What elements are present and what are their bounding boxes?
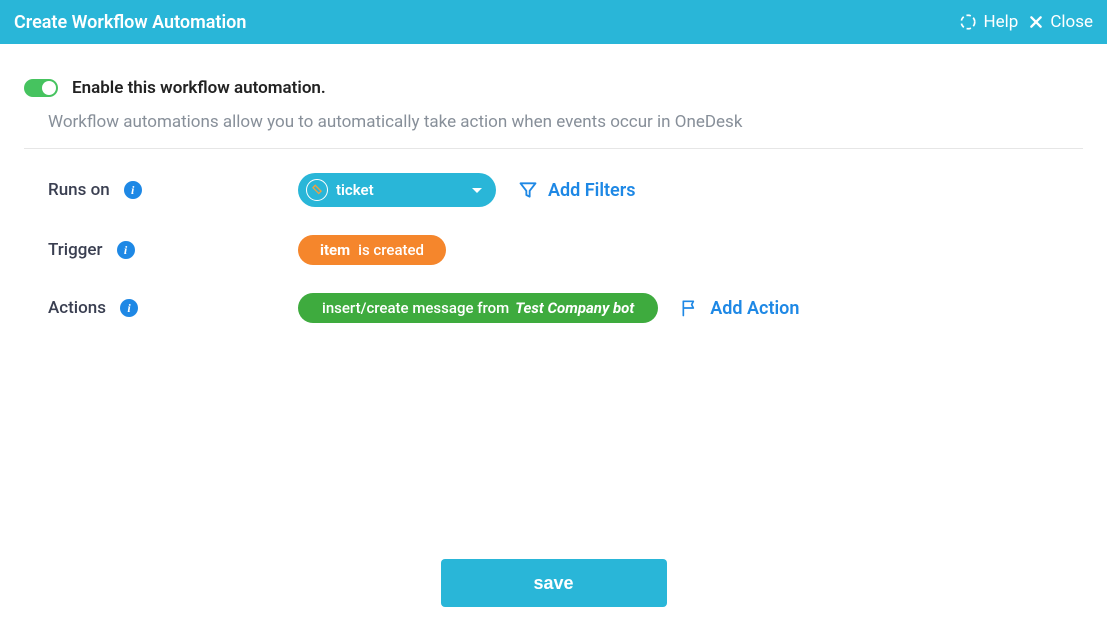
chevron-down-icon [472,188,482,193]
description-text: Workflow automations allow you to automa… [48,112,1083,132]
help-icon [959,13,977,31]
close-icon [1028,14,1044,30]
trigger-label: Trigger [48,240,103,260]
save-button[interactable]: save [441,559,667,607]
enable-label: Enable this workflow automation. [72,78,326,98]
add-action-label: Add Action [710,298,799,319]
add-action-button[interactable]: Add Action [680,298,799,319]
divider [24,148,1083,149]
header-actions: Help Close [959,12,1093,32]
add-filters-label: Add Filters [548,180,635,201]
runs-on-select[interactable]: ticket [298,173,496,207]
runs-on-label: Runs on [48,180,110,200]
trigger-row: Trigger item is created [48,235,1083,265]
form-area: Runs on ticket [24,173,1083,323]
flag-icon [680,298,700,318]
info-icon[interactable] [124,181,142,199]
trigger-predicate: is created [358,241,424,259]
enable-row: Enable this workflow automation. [24,78,1083,98]
dialog-footer: save [0,559,1107,607]
dialog-header: Create Workflow Automation Help Close [0,0,1107,44]
info-icon[interactable] [117,241,135,259]
toggle-knob [42,81,56,95]
add-filters-button[interactable]: Add Filters [518,180,635,201]
action-prefix: insert/create message from [322,299,509,317]
ticket-icon [306,179,328,201]
action-pill[interactable]: insert/create message from Test Company … [298,293,658,323]
dialog-title: Create Workflow Automation [14,12,246,33]
enable-toggle[interactable] [24,79,58,97]
dialog-body: Enable this workflow automation. Workflo… [0,44,1107,323]
close-button[interactable]: Close [1028,12,1093,32]
runs-on-value: ticket [336,181,374,199]
info-icon[interactable] [120,299,138,317]
runs-on-row: Runs on ticket [48,173,1083,207]
actions-label: Actions [48,298,106,318]
help-button[interactable]: Help [959,12,1018,32]
actions-row: Actions insert/create message from Test … [48,293,1083,323]
filter-icon [518,180,538,200]
action-source: Test Company bot [515,299,634,317]
trigger-subject: item [320,241,350,259]
close-label: Close [1050,12,1093,32]
help-label: Help [983,12,1018,32]
trigger-pill[interactable]: item is created [298,235,446,265]
